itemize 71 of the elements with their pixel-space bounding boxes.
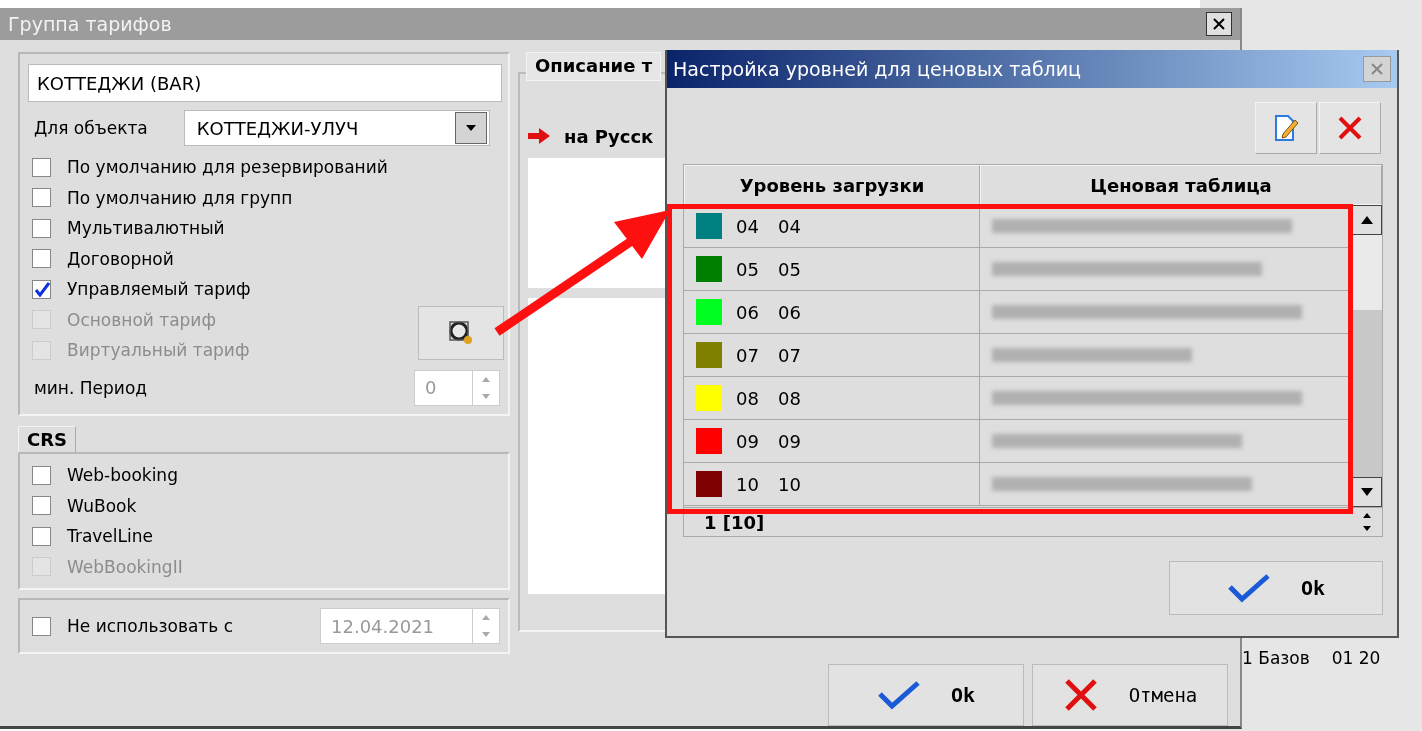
- checkmark-icon: [1226, 573, 1271, 603]
- checkbox-label: Управляемый тариф: [67, 279, 251, 300]
- checkbox-label: По умолчанию для групп: [67, 187, 293, 208]
- window-title: Группа тарифов: [8, 13, 172, 35]
- edit-button[interactable]: [1255, 102, 1317, 154]
- level-code: 07: [736, 344, 760, 366]
- cancel-button[interactable]: Отмена: [1032, 664, 1228, 726]
- checkbox-label: WuBook: [67, 495, 137, 516]
- level-code: 06: [736, 301, 760, 323]
- min-period-label: мин. Период: [33, 377, 148, 398]
- down-arrow-icon[interactable]: [1363, 526, 1371, 531]
- ok-button[interactable]: Ok: [828, 664, 1024, 726]
- name-field[interactable]: КОТТЕДЖИ (BAR): [28, 64, 502, 102]
- description-tab[interactable]: Описание т: [526, 52, 662, 81]
- level-code: 08: [736, 387, 760, 409]
- scroll-thumb[interactable]: [1352, 235, 1382, 310]
- up-arrow-icon[interactable]: [1363, 513, 1371, 518]
- checkbox-label: Виртуальный тариф: [67, 340, 250, 361]
- scrollbar[interactable]: [1352, 205, 1382, 507]
- table-cell: 1 Базов: [1242, 648, 1310, 668]
- checkbox-label: По умолчанию для резервирований: [67, 157, 388, 178]
- table-cell: 01 20: [1331, 648, 1381, 668]
- object-dropdown[interactable]: КОТТЕДЖИ-УЛУЧ: [183, 110, 490, 146]
- dropdown-arrow-icon: [465, 125, 476, 131]
- checkbox[interactable]: [32, 218, 51, 238]
- level-code: 09: [736, 430, 760, 452]
- checkbox-label: Договорной: [67, 248, 174, 269]
- level-name: 05: [778, 258, 802, 280]
- close-button[interactable]: [1206, 12, 1232, 36]
- close-icon: [1212, 17, 1226, 31]
- close-icon: [1062, 677, 1099, 713]
- checkbox-label: TravelLine: [67, 526, 153, 547]
- checkbox-label: Мультивалютный: [67, 218, 225, 239]
- level-code: 04: [736, 215, 760, 237]
- checkmark-icon: [876, 680, 921, 710]
- checkbox[interactable]: [32, 526, 51, 546]
- checkbox[interactable]: [32, 188, 51, 208]
- delete-button[interactable]: [1319, 102, 1381, 154]
- checkbox-label: Не использовать с: [67, 616, 233, 636]
- levels-button[interactable]: [418, 306, 504, 360]
- close-icon: [1370, 62, 1384, 76]
- column-header: Уровень загрузки: [684, 165, 980, 205]
- checkbox[interactable]: [32, 157, 51, 177]
- edit-document-icon: [1273, 114, 1299, 142]
- arrow-icon: [528, 128, 550, 144]
- level-name: 07: [778, 344, 802, 366]
- level-name: 09: [778, 430, 802, 452]
- level-name: 06: [778, 301, 802, 323]
- record-count: 1 [10]: [704, 511, 765, 533]
- level-code: 10: [736, 473, 760, 495]
- checkbox-label: Web-booking: [67, 465, 178, 486]
- magnifier-icon: [447, 319, 475, 347]
- level-code: 05: [736, 258, 760, 280]
- level-name: 08: [778, 387, 802, 409]
- checkbox-label: WebBookingII: [67, 556, 183, 577]
- up-arrow-icon[interactable]: [1361, 216, 1373, 224]
- checkbox[interactable]: [32, 496, 51, 516]
- checkbox[interactable]: [32, 616, 51, 636]
- column-header: Ценовая таблица: [980, 165, 1382, 205]
- object-label: Для объекта: [33, 118, 148, 138]
- checkbox-label: Основной тариф: [67, 309, 216, 330]
- delete-icon: [1337, 115, 1363, 141]
- ok-button[interactable]: Ok: [1169, 561, 1383, 615]
- down-arrow-icon[interactable]: [1361, 488, 1373, 496]
- language-label: на Русск: [564, 125, 654, 147]
- checkbox[interactable]: [32, 279, 51, 299]
- window-title: Настройка уровней для ценовых таблиц: [673, 58, 1082, 80]
- checkbox[interactable]: [32, 465, 51, 485]
- checkbox[interactable]: [32, 249, 51, 269]
- level-name: 04: [778, 215, 802, 237]
- level-name: 10: [778, 473, 802, 495]
